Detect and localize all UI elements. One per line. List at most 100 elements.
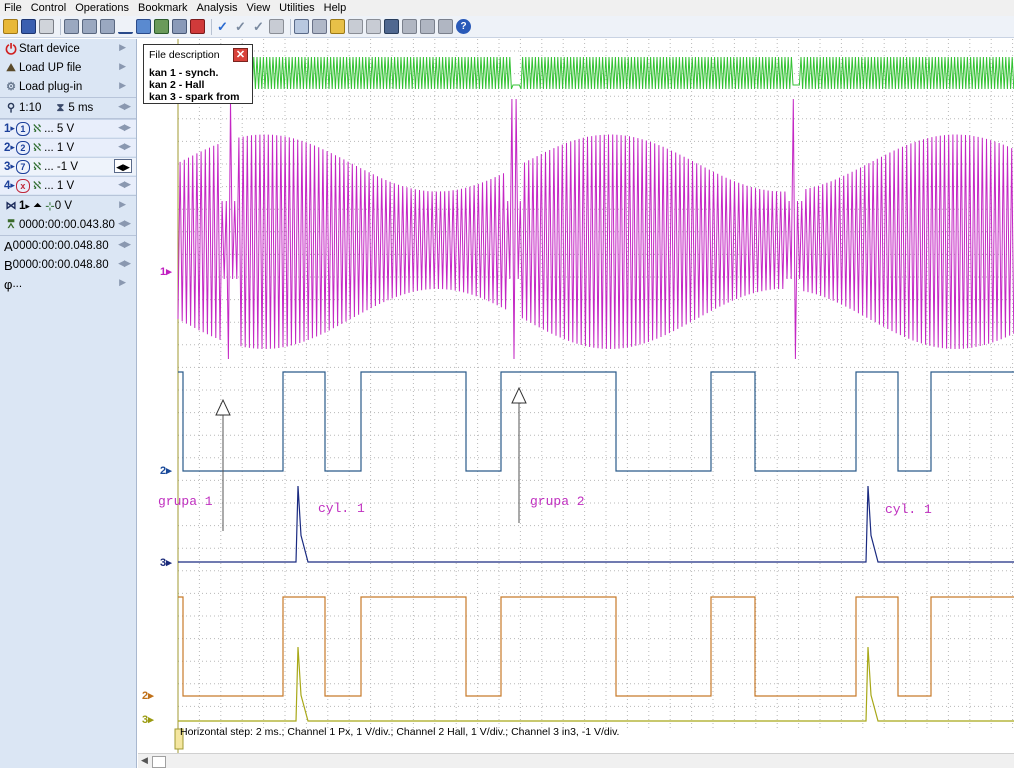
copy3-icon[interactable] xyxy=(100,19,115,34)
check3-icon[interactable]: ✓ xyxy=(251,19,266,34)
stepper-icon[interactable]: ◀▶ xyxy=(118,258,131,269)
timebase-icon: ⧗ xyxy=(56,102,65,114)
arrow-icon: ▸ xyxy=(25,200,30,211)
phase-row[interactable]: φ ... ▶ xyxy=(0,275,136,293)
channel-2-value: ... 1 V xyxy=(44,141,75,154)
menu-control[interactable]: Control xyxy=(27,0,71,16)
start-device-button[interactable]: ⏻ Start device ▶ xyxy=(0,40,136,58)
scroll-left-icon[interactable]: ◀ xyxy=(141,755,148,766)
oscilloscope-view[interactable]: grupa 1 cyl. 1 grupa 2 cyl. 1 1▸ 2▸ 3▸ 2… xyxy=(138,39,1014,753)
save-icon[interactable] xyxy=(21,19,36,34)
description-line: kan 3 - spark from xyxy=(149,91,240,103)
stepper-icon[interactable]: ◀▶ xyxy=(118,122,131,133)
check-icon[interactable]: ✓ xyxy=(215,19,230,34)
phase-value: ... xyxy=(12,278,23,290)
load-up-file-button[interactable]: ⛰ Load UP file ▶ xyxy=(0,59,136,77)
help-icon[interactable]: ? xyxy=(456,19,471,34)
toolbar-separator xyxy=(60,18,61,35)
export-icon[interactable] xyxy=(312,19,327,34)
cursor-a-icon: A xyxy=(4,238,13,254)
pause-icon[interactable] xyxy=(366,19,381,34)
magnifier-icon: ⚲ xyxy=(6,102,16,114)
toolbar-separator xyxy=(211,18,212,35)
menu-bookmark[interactable]: Bookmark xyxy=(134,0,193,16)
menu-utilities[interactable]: Utilities xyxy=(275,0,319,16)
stepper-icon[interactable]: ◀▶ xyxy=(118,239,131,250)
channel-1-marker[interactable]: 1▸ xyxy=(160,266,172,278)
probe-icon: ℵ xyxy=(32,180,42,192)
window1-icon[interactable] xyxy=(402,19,417,34)
copy-icon[interactable] xyxy=(64,19,79,34)
channel-4-row[interactable]: 4 ▸ x ℵ ... 1 V ◀▶ xyxy=(0,176,136,194)
annotation-grupa-1: grupa 1 xyxy=(158,494,213,509)
channel-1-row[interactable]: 1 ▸ 1 ℵ ... 5 V ◀▶ xyxy=(0,119,136,137)
cursor-a-row[interactable]: A 0000:00:00.048.80 ◀▶ xyxy=(0,237,136,255)
horizontal-scrollbar[interactable]: ◀ xyxy=(138,753,1014,768)
channel-2-marker[interactable]: 2▸ xyxy=(160,465,172,477)
menu-view[interactable]: View xyxy=(243,0,276,16)
page-icon[interactable] xyxy=(269,19,284,34)
stepper-icon[interactable]: ◀▶ xyxy=(118,141,131,152)
channel-2-row[interactable]: 2 ▸ 2 ℵ ... 1 V ◀▶ xyxy=(0,138,136,156)
channel-2-marker-bottom[interactable]: 2▸ xyxy=(142,690,154,702)
file-description-popup: File description ✕ kan 1 - synch. kan 2 … xyxy=(143,44,253,104)
channel-3-row[interactable]: 3 ▸ 7 ℵ ... -1 V ◀▶ xyxy=(0,157,136,175)
arrow-icon: ▸ xyxy=(10,142,15,152)
probe-icon: ℵ xyxy=(32,161,42,173)
copy2-icon[interactable] xyxy=(82,19,97,34)
measure-icon[interactable] xyxy=(154,19,169,34)
annotation-cyl-1-right: cyl. 1 xyxy=(885,502,932,517)
zoom-icon[interactable] xyxy=(172,19,187,34)
channel-3-marker[interactable]: 3▸ xyxy=(160,557,172,569)
phi-icon: φ xyxy=(4,276,13,292)
menu-help[interactable]: Help xyxy=(320,0,352,16)
pretrigger-icon: ⩞ xyxy=(7,219,15,231)
check2-icon[interactable]: ✓ xyxy=(233,19,248,34)
arrow-icon: ▸ xyxy=(10,180,15,190)
import-icon[interactable] xyxy=(330,19,345,34)
chevron-right-icon: ▶ xyxy=(119,42,126,52)
folder-icon: ⛰ xyxy=(6,62,16,74)
cursor-b-row[interactable]: B 0000:00:00.048.80 ◀▶ xyxy=(0,256,136,274)
close-icon[interactable]: ✕ xyxy=(233,48,248,62)
menu-file[interactable]: File xyxy=(0,0,27,16)
print-icon[interactable] xyxy=(39,19,54,34)
zoom-value: 1:10 xyxy=(19,102,42,114)
delete-icon[interactable] xyxy=(190,19,205,34)
trigger-time-row[interactable]: ⩞ 0000:00:00.043.80 ◀▶ xyxy=(0,216,136,234)
trigger-row[interactable]: ⋈ 1 ▸ ⏶ ⊹ 0 V ▶ xyxy=(0,197,136,215)
trigger-time: 0000:00:00.043.80 xyxy=(19,219,115,231)
stepper-active-icon[interactable]: ◀▶ xyxy=(114,159,132,173)
chevron-right-icon: ▶ xyxy=(119,277,126,287)
open-icon[interactable] xyxy=(3,19,18,34)
channel-3-marker-bottom[interactable]: 3▸ xyxy=(142,714,154,726)
cursor-b-time: 0000:00:00.048.80 xyxy=(12,259,109,271)
cursor-b-icon: B xyxy=(4,257,13,273)
channel-4-value: ... 1 V xyxy=(44,179,75,192)
stepper-icon[interactable]: ◀▶ xyxy=(118,101,131,112)
marker-icon[interactable] xyxy=(118,19,133,34)
run-icon[interactable] xyxy=(348,19,363,34)
scroll-thumb[interactable] xyxy=(152,756,166,768)
window3-icon[interactable] xyxy=(438,19,453,34)
stepper-icon[interactable]: ◀▶ xyxy=(118,179,131,190)
menu-operations[interactable]: Operations xyxy=(71,0,134,16)
divider xyxy=(0,235,136,236)
menu-bar: File Control Operations Bookmark Analysi… xyxy=(0,0,1014,16)
menu-analysis[interactable]: Analysis xyxy=(193,0,243,16)
arrow-icon: ▸ xyxy=(10,161,15,171)
window2-icon[interactable] xyxy=(420,19,435,34)
channel-badge-icon: 2 xyxy=(15,140,30,155)
trigger-icon: ⋈ xyxy=(5,200,17,212)
stepper-icon[interactable]: ◀▶ xyxy=(118,218,131,229)
cursor-icon[interactable] xyxy=(136,19,151,34)
settings-icon[interactable] xyxy=(384,19,399,34)
zoom-timebase-row[interactable]: ⚲ 1:10 ⧗ 5 ms ◀▶ xyxy=(0,99,136,117)
toolbar: ✓ ✓ ✓ ? xyxy=(0,16,1014,38)
load-plugin-button[interactable]: ⚙ Load plug-in ▶ xyxy=(0,78,136,96)
start-device-label: Start device xyxy=(19,43,80,55)
rising-edge-icon: ⏶ xyxy=(32,199,43,212)
description-line: kan 1 - synch. xyxy=(149,67,219,79)
description-line: kan 2 - Hall xyxy=(149,79,205,91)
grid-icon[interactable] xyxy=(294,19,309,34)
